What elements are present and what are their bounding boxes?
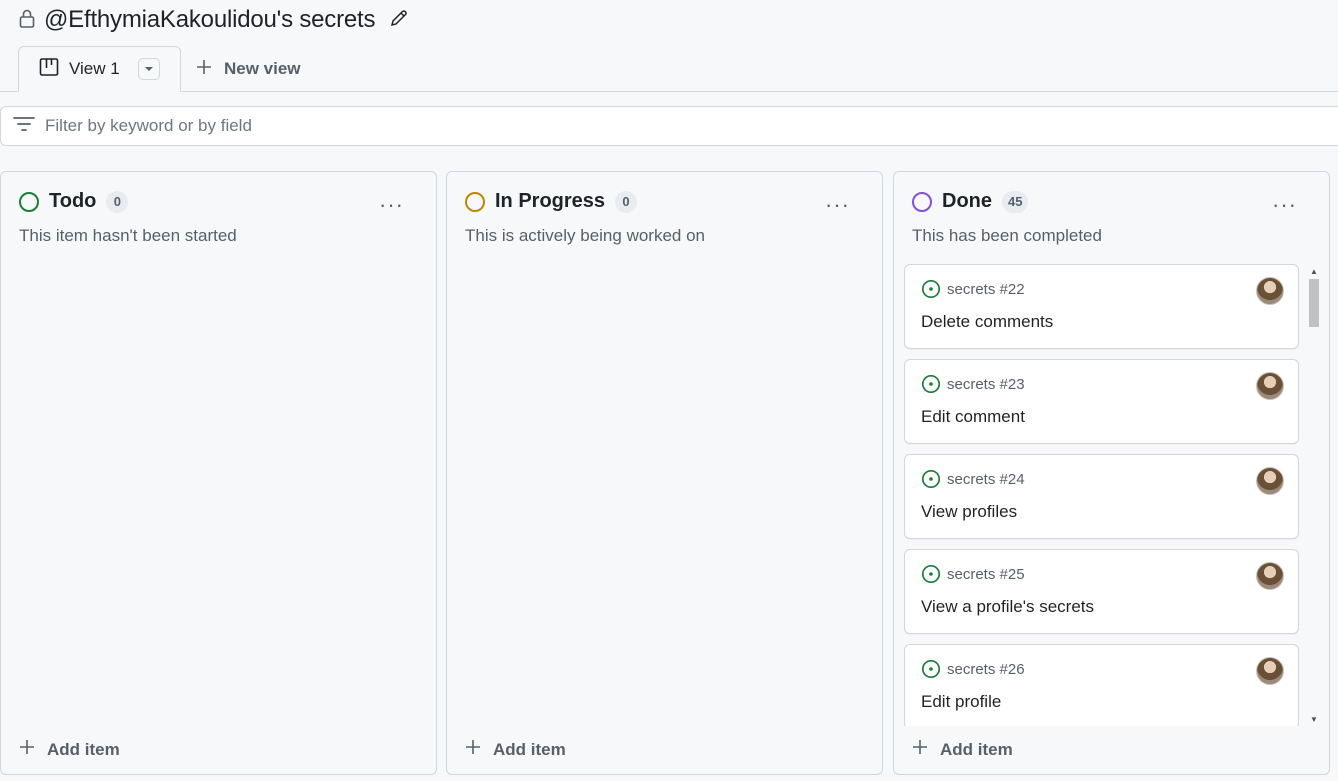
column-header: Todo 0	[19, 190, 129, 213]
scroll-thumb[interactable]	[1309, 279, 1319, 327]
column-description: This has been completed	[912, 226, 1102, 245]
tab-view-1[interactable]: View 1	[18, 46, 181, 92]
view-options-dropdown[interactable]	[137, 58, 160, 80]
add-item-button[interactable]: Add item	[19, 739, 120, 760]
add-item-label: Add item	[940, 739, 1013, 759]
avatar[interactable]	[1256, 372, 1284, 400]
issue-card[interactable]: secrets #22 Delete comments	[904, 264, 1299, 349]
add-item-button[interactable]: Add item	[912, 739, 1013, 760]
status-circle-icon	[465, 191, 485, 212]
issue-open-icon	[921, 469, 941, 489]
column-in-progress: In Progress 0 ··· This is actively being…	[446, 171, 883, 775]
plus-icon	[465, 739, 481, 760]
triangle-down-icon	[144, 67, 153, 71]
issue-ref[interactable]: secrets #25	[921, 564, 1025, 584]
plus-icon	[19, 739, 35, 760]
column-header: Done 45	[912, 190, 1029, 213]
avatar[interactable]	[1256, 277, 1284, 305]
issue-open-icon	[921, 659, 941, 679]
issue-title[interactable]: Delete comments	[921, 312, 1053, 332]
issue-open-icon	[921, 564, 941, 584]
plus-icon	[912, 739, 928, 760]
card-list-scrollbar[interactable]: ▲ ▼	[1305, 264, 1322, 726]
count-badge: 0	[615, 190, 638, 213]
column-menu-icon[interactable]: ···	[379, 192, 404, 218]
issue-ref[interactable]: secrets #22	[921, 279, 1025, 299]
issue-card[interactable]: secrets #26 Edit profile	[904, 644, 1299, 726]
column-menu-icon[interactable]: ···	[825, 192, 850, 218]
column-done: Done 45 ··· This has been completed secr…	[893, 171, 1330, 775]
status-circle-icon	[912, 191, 932, 212]
new-view-label: New view	[224, 59, 301, 78]
column-title: In Progress	[495, 190, 606, 212]
issue-ref[interactable]: secrets #23	[921, 374, 1025, 394]
issue-title[interactable]: Edit comment	[921, 407, 1025, 427]
filter-icon	[13, 116, 35, 137]
project-header: @EfthymiaKakoulidou's secrets	[18, 4, 409, 36]
column-title: Done	[942, 190, 992, 212]
column-menu-icon[interactable]: ···	[1272, 192, 1297, 218]
issue-open-icon	[921, 279, 941, 299]
project-title: @EfthymiaKakoulidou's secrets	[44, 6, 376, 33]
column-title: Todo	[49, 190, 97, 212]
plus-icon	[196, 59, 212, 80]
board-icon	[39, 57, 59, 82]
issue-ref[interactable]: secrets #24	[921, 469, 1025, 489]
status-circle-icon	[19, 191, 39, 212]
filter-input[interactable]	[45, 116, 645, 136]
issue-card[interactable]: secrets #24 View profiles	[904, 454, 1299, 539]
column-todo: Todo 0 ··· This item hasn't been started…	[0, 171, 437, 775]
card-list: secrets #22 Delete comments secrets #23 …	[904, 264, 1299, 726]
count-badge: 0	[106, 190, 129, 213]
issue-ref[interactable]: secrets #26	[921, 659, 1025, 679]
lock-icon	[18, 8, 36, 33]
count-badge: 45	[1002, 190, 1029, 213]
pencil-icon[interactable]	[389, 8, 409, 33]
avatar[interactable]	[1256, 467, 1284, 495]
column-header: In Progress 0	[465, 190, 638, 213]
column-description: This is actively being worked on	[465, 226, 706, 245]
issue-open-icon	[921, 374, 941, 394]
view-tabs: View 1 New view	[0, 46, 1338, 92]
filter-bar[interactable]	[0, 106, 1338, 146]
avatar[interactable]	[1256, 657, 1284, 685]
tab-label: View 1	[69, 59, 120, 78]
column-description: This item hasn't been started	[19, 226, 237, 245]
avatar[interactable]	[1256, 562, 1284, 590]
issue-card[interactable]: secrets #25 View a profile's secrets	[904, 549, 1299, 634]
issue-title[interactable]: View profiles	[921, 502, 1017, 522]
add-item-label: Add item	[47, 739, 120, 759]
add-item-label: Add item	[493, 739, 566, 759]
issue-card[interactable]: secrets #23 Edit comment	[904, 359, 1299, 444]
issue-title[interactable]: View a profile's secrets	[921, 597, 1094, 617]
add-item-button[interactable]: Add item	[465, 739, 566, 760]
scroll-down-arrow-icon[interactable]: ▼	[1309, 714, 1319, 724]
new-view-button[interactable]: New view	[196, 46, 301, 92]
issue-title[interactable]: Edit profile	[921, 692, 1001, 712]
scroll-up-arrow-icon[interactable]: ▲	[1309, 266, 1319, 276]
